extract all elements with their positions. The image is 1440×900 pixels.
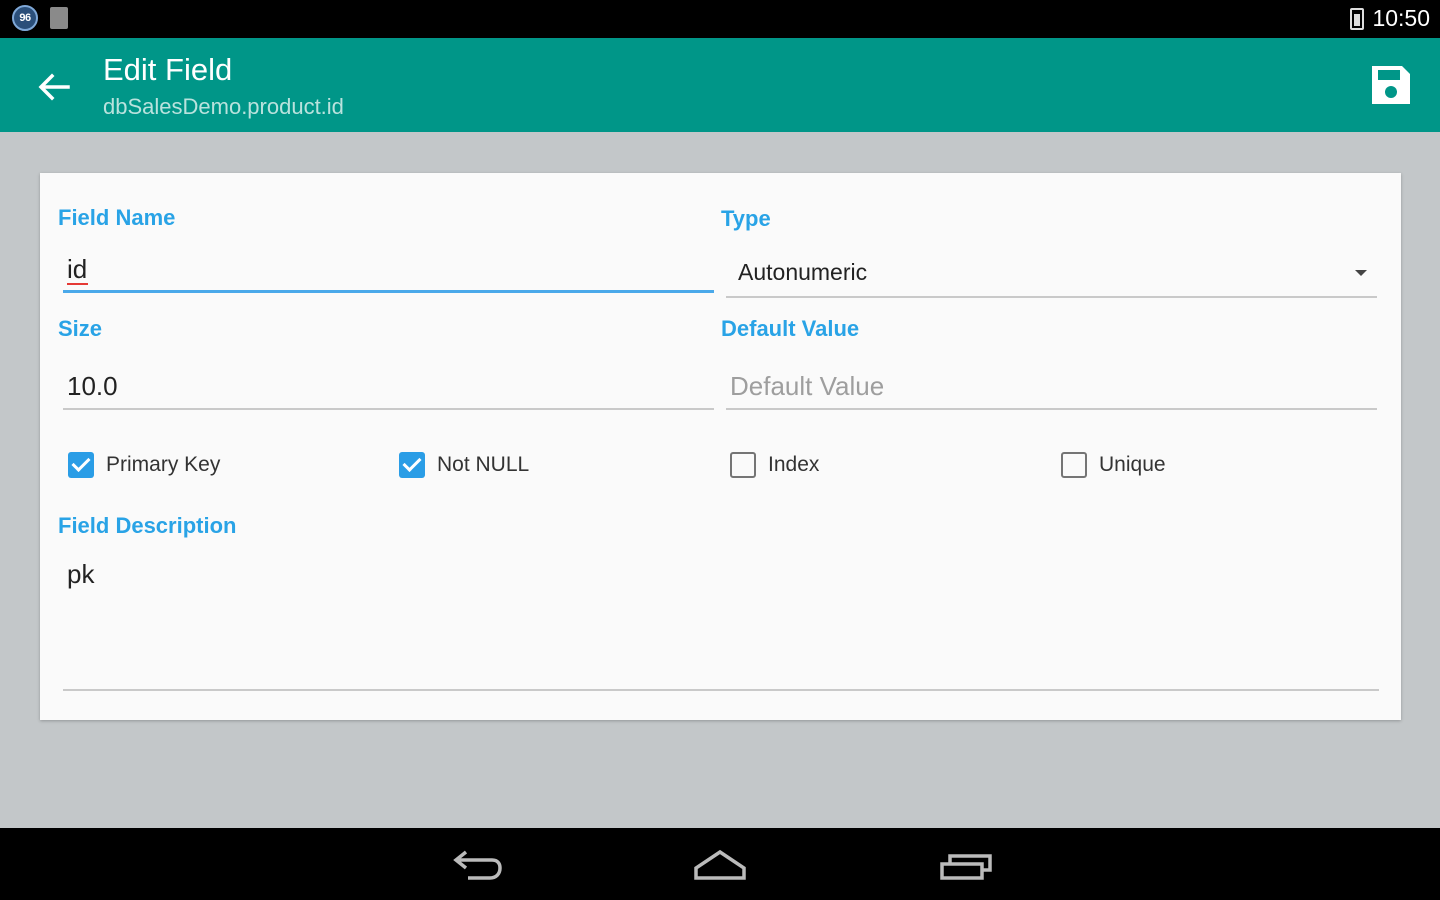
home-nav-icon (694, 849, 746, 880)
primary-key-checkbox[interactable]: Primary Key (68, 448, 220, 482)
status-bar: 96 10:50 (0, 0, 1440, 38)
size-input-wrapper (63, 366, 714, 410)
field-description-wrapper: pk (63, 553, 1379, 691)
type-selected-value: Autonumeric (738, 259, 868, 285)
back-button[interactable] (30, 63, 78, 111)
status-left: 96 (12, 5, 68, 31)
size-input[interactable] (63, 366, 714, 406)
field-description-label: Field Description (58, 513, 237, 538)
unique-checkbox[interactable]: Unique (1061, 448, 1166, 482)
back-nav-button[interactable] (448, 842, 508, 886)
page-title: Edit Field (103, 52, 233, 87)
unique-label: Unique (1099, 453, 1166, 476)
navigation-bar (0, 828, 1440, 900)
field-name-label: Field Name (58, 205, 176, 230)
not-null-label: Not NULL (437, 453, 530, 476)
field-name-input[interactable] (63, 249, 714, 289)
size-label: Size (58, 316, 103, 341)
checkbox-unchecked-icon (1061, 452, 1087, 478)
not-null-checkbox[interactable]: Not NULL (399, 448, 529, 482)
page-subtitle: dbSalesDemo.product.id (103, 94, 344, 119)
index-label: Index (768, 453, 820, 476)
edit-field-card: Field Name Type Autonumeric Size Default… (40, 173, 1401, 720)
dropdown-caret-icon (1355, 270, 1367, 276)
type-underline (726, 296, 1377, 298)
field-name-underline (63, 290, 714, 293)
type-select[interactable]: Autonumeric (726, 249, 1377, 298)
status-right: 10:50 (1350, 5, 1430, 32)
spellcheck-underline (67, 283, 88, 285)
primary-key-label: Primary Key (106, 453, 221, 476)
checkbox-unchecked-icon (730, 452, 756, 478)
document-notification-icon (50, 7, 68, 29)
home-nav-button[interactable] (690, 842, 750, 886)
battery-icon (1350, 7, 1365, 30)
default-value-input[interactable] (726, 366, 1377, 406)
recent-apps-nav-icon (940, 854, 992, 880)
arrow-back-icon (38, 73, 70, 101)
default-value-input-wrapper (726, 366, 1377, 410)
field-description-textarea[interactable]: pk (63, 553, 1379, 691)
index-checkbox[interactable]: Index (730, 448, 819, 482)
checkbox-checked-icon (399, 452, 425, 478)
checkbox-checked-icon (68, 452, 94, 478)
back-nav-icon (453, 850, 502, 880)
clock: 10:50 (1372, 5, 1430, 31)
field-description-underline (63, 689, 1379, 691)
type-label: Type (721, 206, 771, 231)
floppy-disk-save-icon (1372, 66, 1410, 104)
default-value-underline (726, 408, 1377, 410)
app-notification-icon: 96 (12, 5, 38, 31)
app-bar: Edit Field dbSalesDemo.product.id (0, 38, 1440, 132)
size-underline (63, 408, 714, 410)
field-name-input-wrapper (63, 249, 714, 293)
default-value-label: Default Value (721, 316, 860, 341)
save-button[interactable] (1368, 62, 1414, 108)
recent-apps-nav-button[interactable] (936, 842, 996, 886)
